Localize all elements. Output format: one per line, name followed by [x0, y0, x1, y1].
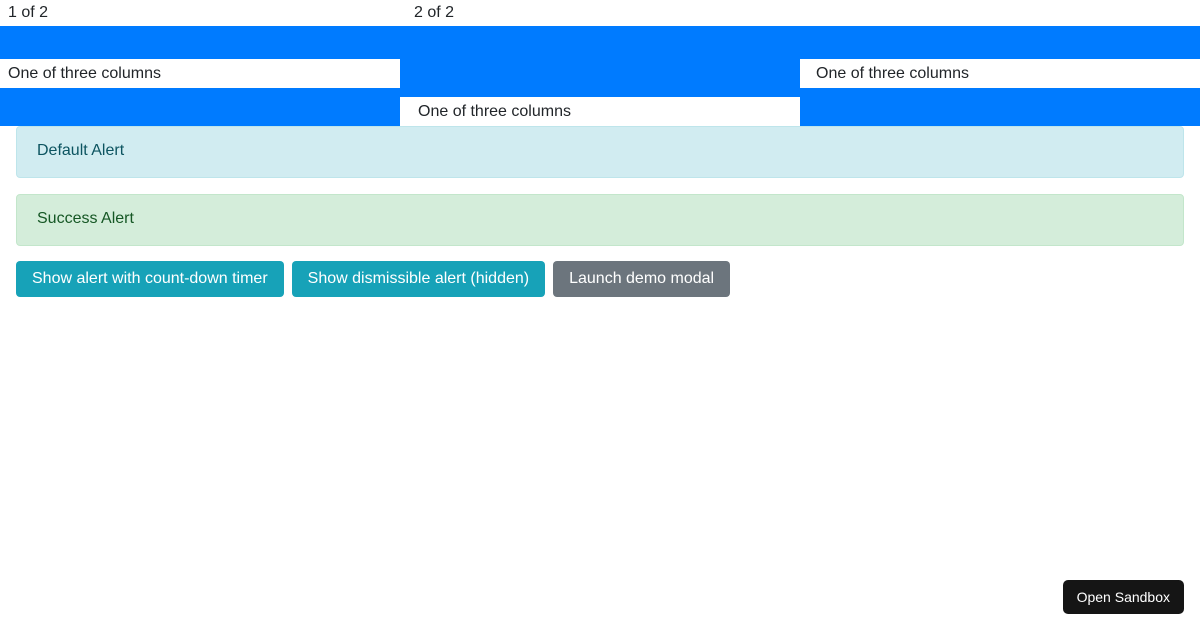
carousel-column-1-label: One of three columns	[8, 65, 161, 82]
carousel-column-1: One of three columns	[0, 59, 400, 88]
carousel-indicator-slide-2: 2 of 2	[414, 4, 455, 21]
carousel-column-3: One of three columns	[400, 97, 800, 126]
alert-default: Default Alert	[16, 126, 1184, 178]
carousel-indicator-labels: 1 of 2 2 of 2	[0, 0, 1200, 26]
carousel-column-3-label: One of three columns	[418, 103, 571, 120]
carousel-column-2-label: One of three columns	[816, 65, 969, 82]
alert-success: Success Alert	[16, 194, 1184, 246]
carousel[interactable]: One of three columns One of three column…	[0, 26, 1200, 126]
show-dismissible-alert-button[interactable]: Show dismissible alert (hidden)	[291, 261, 546, 297]
carousel-column-2: One of three columns	[800, 59, 1200, 88]
open-sandbox-button[interactable]: Open Sandbox	[1062, 580, 1184, 614]
launch-demo-modal-button[interactable]: Launch demo modal	[553, 261, 731, 297]
carousel-indicator-slide-1: 1 of 2	[8, 4, 49, 21]
action-button-row: Show alert with count-down timer Show di…	[16, 261, 731, 297]
alert-list: Default Alert Success Alert	[16, 126, 1184, 262]
show-countdown-alert-button[interactable]: Show alert with count-down timer	[16, 261, 284, 297]
